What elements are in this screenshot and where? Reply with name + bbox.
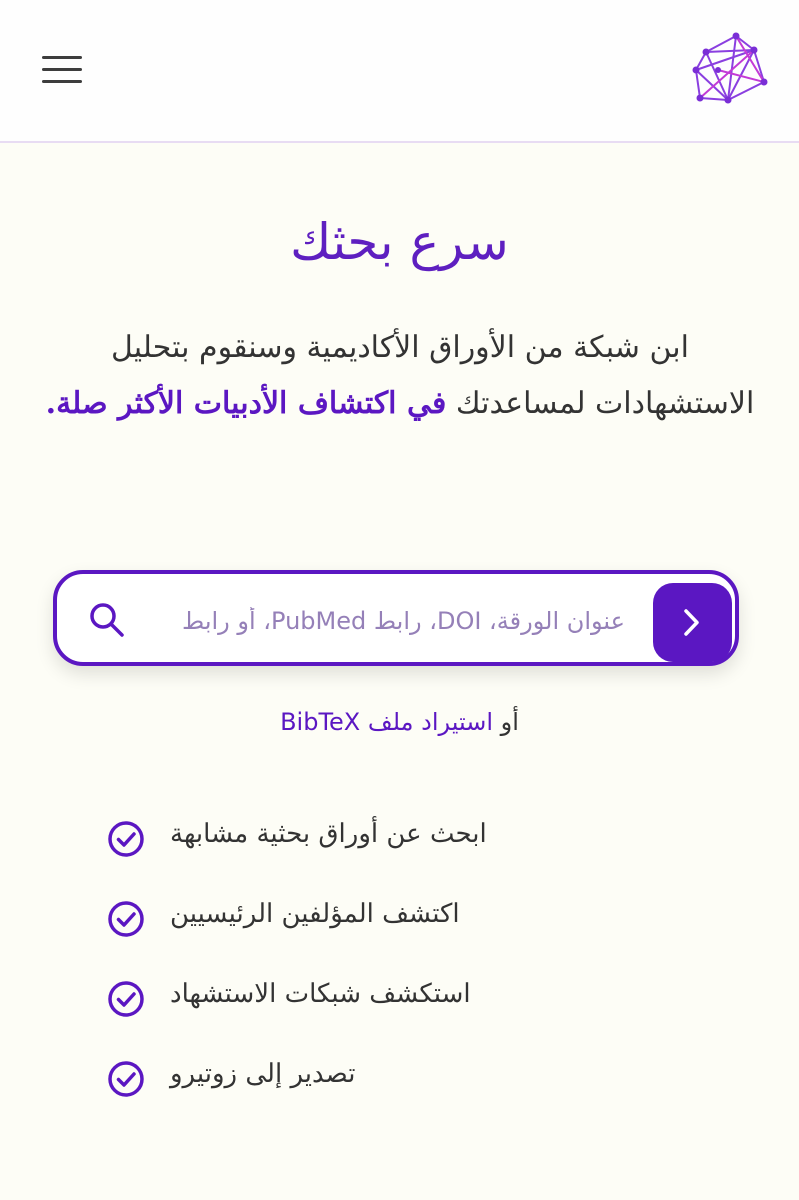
feature-label: اكتشف المؤلفين الرئيسيين	[170, 899, 460, 929]
search-submit-button[interactable]	[653, 583, 732, 662]
check-circle-icon	[108, 981, 144, 1017]
hamburger-menu-icon[interactable]	[38, 50, 86, 90]
main-content: سرع بحثك ابن شبكة من الأوراق الأكاديمية …	[0, 143, 799, 1200]
feature-item: اكتشف المؤلفين الرئيسيين	[106, 895, 556, 939]
page-title: سرع بحثك	[290, 213, 509, 271]
feature-item: استكشف شبكات الاستشهاد	[106, 975, 556, 1019]
import-prefix: أو	[493, 708, 519, 736]
check-circle-icon	[108, 1061, 144, 1097]
feature-item: تصدير إلى زوتيرو	[106, 1055, 556, 1099]
check-circle-icon	[108, 901, 144, 937]
import-bibtex-link[interactable]: استيراد ملف BibTeX	[280, 708, 493, 736]
top-bar	[0, 0, 799, 143]
feature-label: تصدير إلى زوتيرو	[170, 1059, 356, 1089]
network-logo-icon[interactable]	[688, 30, 768, 106]
import-option: أو استيراد ملف BibTeX	[0, 708, 799, 736]
search-icon	[90, 603, 124, 637]
chevron-right-icon	[684, 609, 699, 636]
feature-label: ابحث عن أوراق بحثية مشابهة	[170, 819, 487, 849]
description-highlight: في اكتشاف الأدبيات الأكثر صلة	[56, 386, 447, 421]
description-end: .	[45, 386, 57, 421]
hero-description: ابن شبكة من الأوراق الأكاديمية وسنقوم بت…	[30, 320, 770, 432]
search-bar	[53, 570, 739, 666]
search-input[interactable]	[153, 594, 627, 648]
feature-item: ابحث عن أوراق بحثية مشابهة	[106, 815, 556, 859]
check-circle-icon	[108, 821, 144, 857]
feature-label: استكشف شبكات الاستشهاد	[170, 979, 471, 1009]
